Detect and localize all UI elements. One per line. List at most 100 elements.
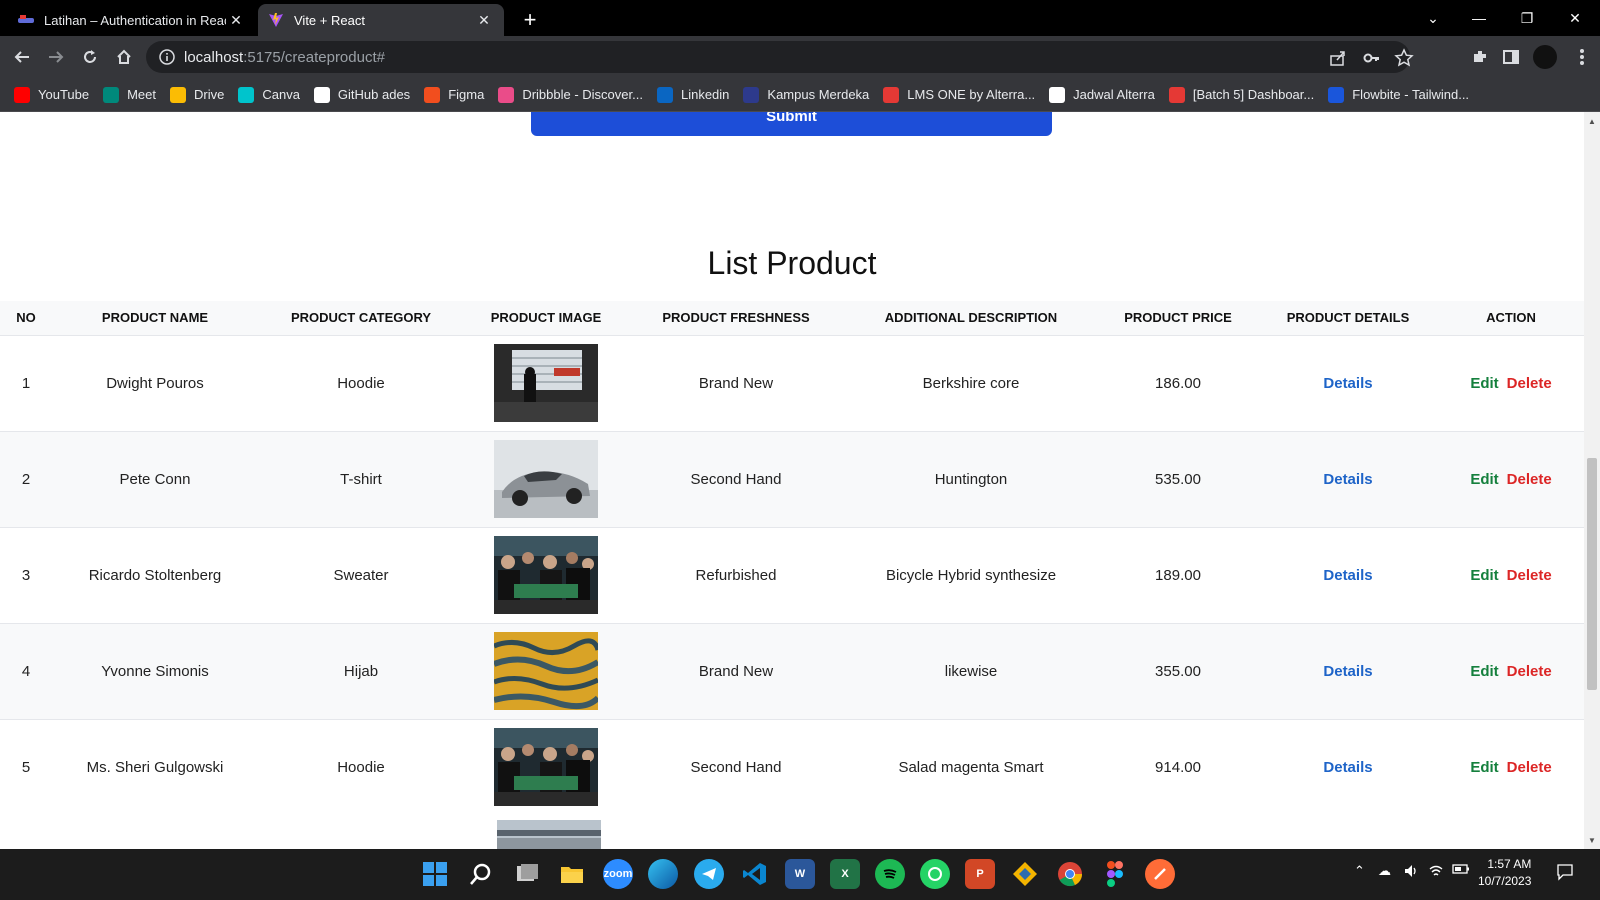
file-explorer-icon[interactable]: [557, 859, 587, 889]
windows-start-icon[interactable]: [420, 859, 450, 889]
bookmark-item[interactable]: Flowbite - Tailwind...: [1328, 86, 1470, 103]
telegram-icon[interactable]: [694, 859, 724, 889]
restore-icon[interactable]: ❐: [1504, 0, 1550, 36]
onedrive-icon[interactable]: ☁: [1378, 863, 1391, 879]
tab-search-chevron-icon[interactable]: ⌄: [1410, 0, 1456, 36]
bookmark-item[interactable]: Canva: [238, 86, 300, 103]
figma-icon[interactable]: [1100, 859, 1130, 889]
edit-link[interactable]: Edit: [1470, 375, 1498, 392]
bookmark-item[interactable]: Kampus Merdeka: [743, 86, 869, 103]
close-icon[interactable]: ✕: [226, 10, 246, 30]
volume-icon[interactable]: [1403, 863, 1419, 882]
reload-icon[interactable]: [76, 43, 104, 71]
delete-link[interactable]: Delete: [1507, 663, 1552, 680]
bookmark-item[interactable]: Meet: [103, 86, 156, 103]
product-image-partial: [497, 820, 601, 849]
bookmark-label: Dribbble - Discover...: [522, 87, 643, 102]
new-tab-button[interactable]: +: [516, 6, 544, 34]
close-icon[interactable]: ✕: [474, 10, 494, 30]
notion-icon: [1049, 86, 1066, 103]
bookmark-item[interactable]: [Batch 5] Dashboar...: [1168, 86, 1314, 103]
scroll-up-arrow-icon[interactable]: ▲: [1584, 114, 1600, 128]
search-icon[interactable]: [466, 859, 496, 889]
whatsapp-icon[interactable]: [920, 859, 950, 889]
back-icon[interactable]: [8, 43, 36, 71]
details-link[interactable]: Details: [1323, 375, 1372, 392]
powerpoint-icon[interactable]: P: [965, 859, 995, 889]
side-panel-icon[interactable]: [1497, 43, 1525, 71]
wifi-icon[interactable]: [1428, 863, 1444, 882]
share-icon[interactable]: [1328, 48, 1348, 68]
details-link[interactable]: Details: [1323, 759, 1372, 776]
details-link[interactable]: Details: [1323, 567, 1372, 584]
bookmark-item[interactable]: LMS ONE by Alterra...: [883, 86, 1035, 103]
edit-link[interactable]: Edit: [1470, 759, 1498, 776]
tab-title: Latihan – Authentication in React: [44, 12, 226, 28]
system-clock[interactable]: 1:57 AM 10/7/2023: [1478, 856, 1531, 890]
kampus-merdeka-icon: [743, 86, 760, 103]
product-image-cell: [464, 622, 628, 719]
scroll-down-arrow-icon[interactable]: ▼: [1584, 833, 1600, 847]
canva-icon: [238, 86, 255, 103]
delete-link[interactable]: Delete: [1507, 567, 1552, 584]
scrollbar-thumb[interactable]: [1587, 458, 1597, 690]
bookmark-label: Figma: [448, 87, 485, 102]
bookmark-item[interactable]: GitHub ades: [313, 86, 410, 103]
task-view-icon[interactable]: [512, 859, 542, 889]
browser-toolbar: localhost:5175/createproduct#: [0, 36, 1600, 78]
bookmark-item[interactable]: YouTube: [14, 86, 89, 103]
tab-latihan[interactable]: Latihan – Authentication in React ✕: [8, 4, 256, 36]
edge-icon[interactable]: [648, 859, 678, 889]
page-scrollbar[interactable]: ▲ ▼: [1584, 112, 1600, 849]
battery-icon[interactable]: [1452, 863, 1470, 878]
edit-link[interactable]: Edit: [1470, 567, 1498, 584]
bookmark-item[interactable]: Figma: [424, 86, 485, 103]
product-name: Ms. Sheri Gulgowski: [52, 718, 258, 815]
row-number: 4: [0, 622, 52, 719]
product-category: Hoodie: [258, 334, 464, 431]
tab-vite-react[interactable]: Vite + React ✕: [258, 4, 504, 36]
excel-icon[interactable]: X: [830, 859, 860, 889]
delete-link[interactable]: Delete: [1507, 759, 1552, 776]
chrome-icon[interactable]: [1055, 859, 1085, 889]
postman-icon[interactable]: [1145, 859, 1175, 889]
tray-chevron-up-icon[interactable]: ⌃: [1354, 863, 1365, 879]
extensions-icon[interactable]: [1466, 43, 1494, 71]
column-header: ACTION: [1486, 310, 1536, 326]
vscode-icon[interactable]: [740, 859, 770, 889]
word-icon[interactable]: W: [785, 859, 815, 889]
product-freshness: Brand New: [628, 334, 844, 431]
edit-link[interactable]: Edit: [1470, 663, 1498, 680]
bookmark-star-icon[interactable]: [1394, 48, 1414, 68]
profile-avatar[interactable]: [1533, 45, 1557, 69]
bookmark-item[interactable]: Dribbble - Discover...: [498, 86, 643, 103]
action-cell: Edit Delete: [1438, 718, 1584, 815]
window-close-icon[interactable]: ✕: [1552, 0, 1598, 36]
bookmark-label: Flowbite - Tailwind...: [1352, 87, 1470, 102]
github-icon: [313, 86, 330, 103]
bookmark-label: Jadwal Alterra: [1073, 87, 1155, 102]
spotify-icon[interactable]: [875, 859, 905, 889]
submit-button[interactable]: Submit: [531, 112, 1052, 136]
notification-icon[interactable]: [1556, 863, 1574, 884]
site-info-icon[interactable]: [158, 48, 176, 66]
address-bar[interactable]: localhost:5175/createproduct#: [146, 41, 1414, 73]
home-icon[interactable]: [110, 43, 138, 71]
bookmark-item[interactable]: Drive: [170, 86, 224, 103]
delete-link[interactable]: Delete: [1507, 375, 1552, 392]
edit-link[interactable]: Edit: [1470, 471, 1498, 488]
delete-link[interactable]: Delete: [1507, 471, 1552, 488]
bookmark-item[interactable]: Jadwal Alterra: [1049, 86, 1155, 103]
browser-menu-icon[interactable]: [1568, 43, 1596, 71]
minimize-icon[interactable]: —: [1456, 0, 1502, 36]
bookmark-item[interactable]: Linkedin: [656, 86, 729, 103]
zoom-icon[interactable]: zoom: [603, 859, 633, 889]
details-link[interactable]: Details: [1323, 663, 1372, 680]
key-icon[interactable]: [1362, 48, 1382, 68]
details-link[interactable]: Details: [1323, 471, 1372, 488]
forward-icon[interactable]: [42, 43, 70, 71]
git-icon[interactable]: [1010, 859, 1040, 889]
product-name: Ricardo Stoltenberg: [52, 526, 258, 623]
product-category: Hijab: [258, 622, 464, 719]
product-table: NO PRODUCT NAME PRODUCT CATEGORY PRODUCT IM…: [0, 301, 1584, 815]
